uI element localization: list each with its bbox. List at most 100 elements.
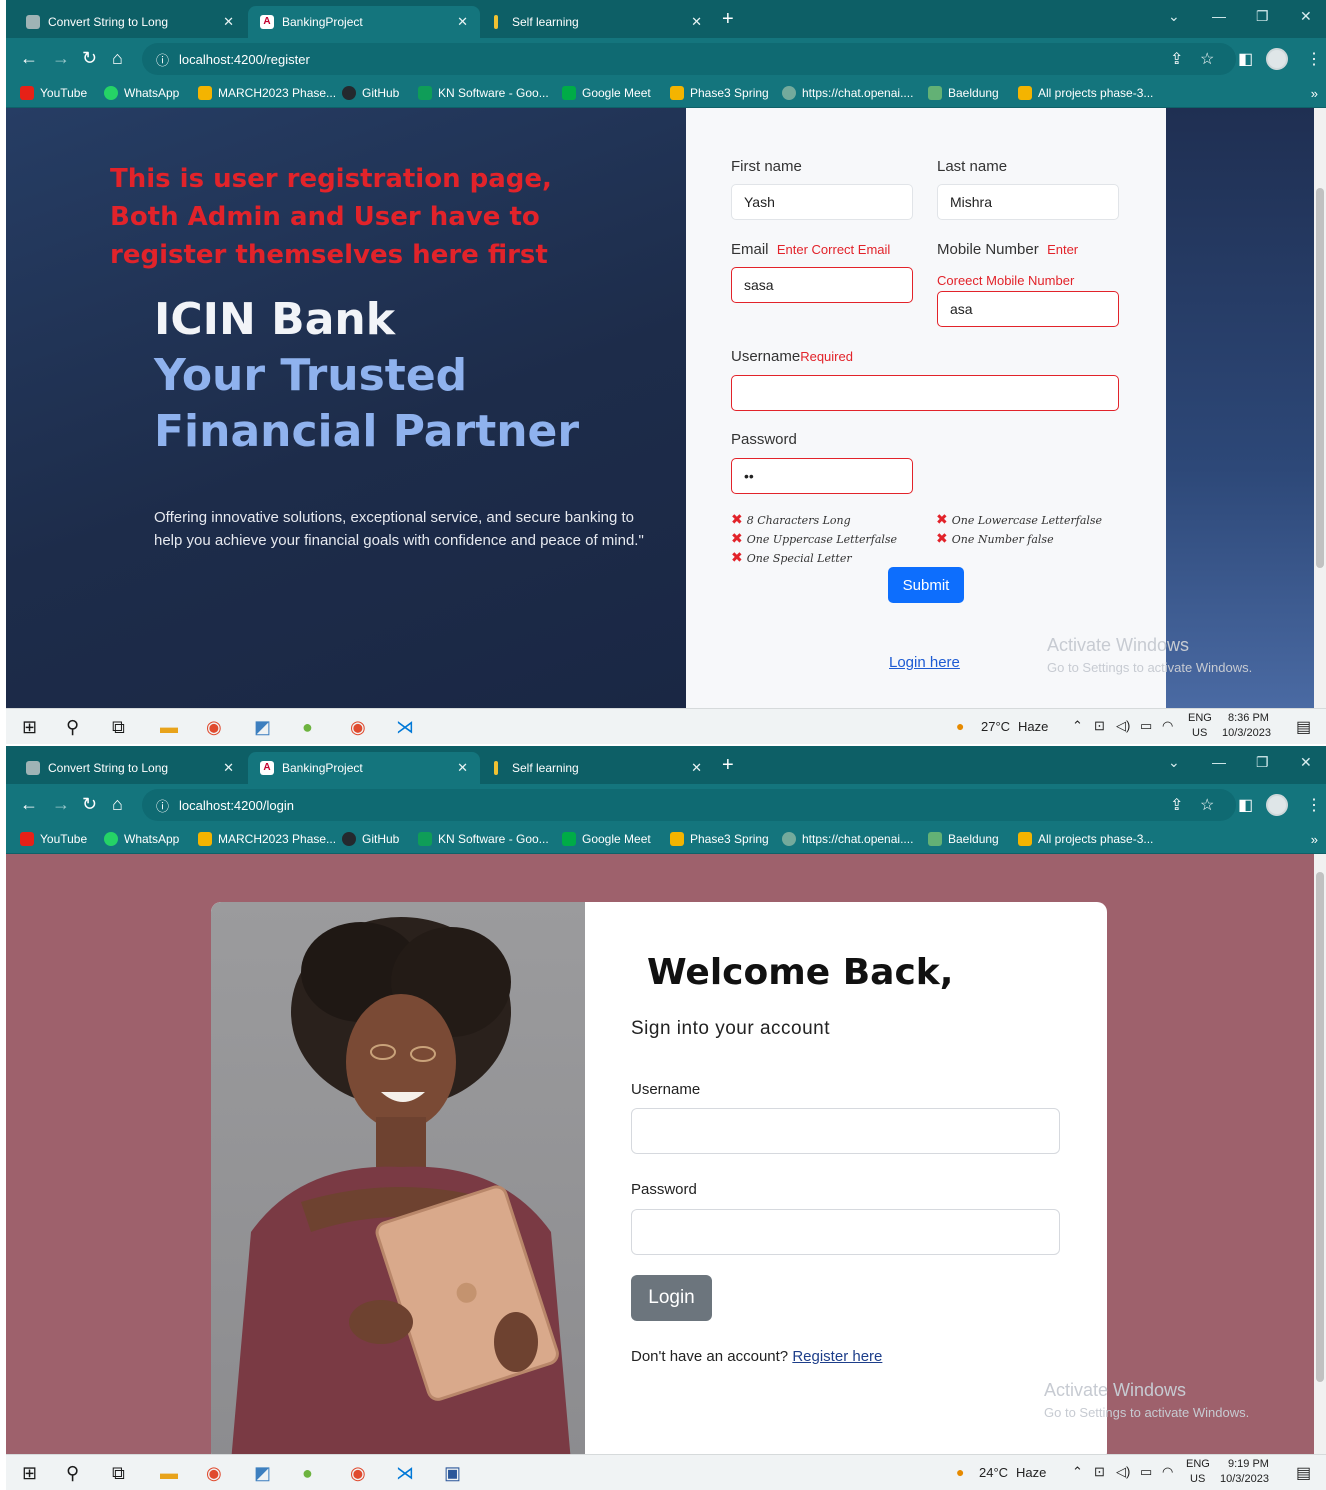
back-icon[interactable]: ← xyxy=(20,794,38,814)
clock-time[interactable]: 8:36 PM xyxy=(1228,712,1269,724)
clock-date[interactable]: 10/3/2023 xyxy=(1222,727,1271,739)
scrollbar-thumb[interactable] xyxy=(1316,188,1324,568)
language-code[interactable]: ENG xyxy=(1186,1458,1210,1470)
bookmarks-overflow-icon[interactable]: » xyxy=(1311,86,1318,101)
menu-icon[interactable]: ⋮ xyxy=(1306,49,1322,69)
tab-self-learning[interactable]: Self learning ✕ xyxy=(482,6,714,38)
bookmark-youtube[interactable]: YouTube xyxy=(20,86,87,100)
email-input[interactable]: sasa xyxy=(731,267,913,303)
username-input[interactable] xyxy=(731,375,1119,411)
task-view-icon[interactable]: ⧉ xyxy=(112,717,125,737)
site-info-icon[interactable]: ⓘ xyxy=(156,796,169,815)
minimize-icon[interactable]: — xyxy=(1212,754,1226,770)
close-icon[interactable]: ✕ xyxy=(691,760,702,776)
close-window-icon[interactable]: ✕ xyxy=(1300,754,1312,771)
bookmark-phase3-spring[interactable]: Phase3 Spring xyxy=(670,86,769,100)
restore-icon[interactable]: ❐ xyxy=(1256,754,1269,771)
close-window-icon[interactable]: ✕ xyxy=(1300,8,1312,25)
bookmarks-overflow-icon[interactable]: » xyxy=(1311,832,1318,847)
bookmark-all-projects[interactable]: All projects phase-3... xyxy=(1018,86,1153,100)
vscode-icon[interactable]: ⋊ xyxy=(396,1463,414,1483)
bookmark-march2023[interactable]: MARCH2023 Phase... xyxy=(198,832,336,846)
forward-icon[interactable]: → xyxy=(52,48,70,68)
reload-icon[interactable]: ↻ xyxy=(82,794,97,814)
back-icon[interactable]: ← xyxy=(20,48,38,68)
meet-now-icon[interactable]: ⊡ xyxy=(1094,718,1105,734)
task-view-icon[interactable]: ⧉ xyxy=(112,1463,125,1483)
chrome-profile-icon[interactable]: ◉ xyxy=(350,1463,366,1483)
region-code[interactable]: US xyxy=(1190,1473,1205,1485)
close-icon[interactable]: ✕ xyxy=(691,14,702,30)
speaker-icon[interactable]: ◁) xyxy=(1116,718,1130,734)
close-icon[interactable]: ✕ xyxy=(223,760,234,776)
workbench-icon[interactable]: ◩ xyxy=(254,717,271,737)
bookmark-baeldung[interactable]: Baeldung xyxy=(928,832,999,846)
tab-convert-string[interactable]: Convert String to Long ✕ xyxy=(14,752,246,784)
last-name-input[interactable]: Mishra xyxy=(937,184,1119,220)
weather-temp[interactable]: 27°C xyxy=(981,719,1010,734)
forward-icon[interactable]: → xyxy=(52,794,70,814)
bookmark-google-meet[interactable]: Google Meet xyxy=(562,86,651,100)
bookmark-all-projects[interactable]: All projects phase-3... xyxy=(1018,832,1153,846)
bookmark-github[interactable]: GitHub xyxy=(342,86,399,100)
vscode-icon[interactable]: ⋊ xyxy=(396,717,414,737)
submit-button[interactable]: Submit xyxy=(888,567,964,603)
first-name-input[interactable]: Yash xyxy=(731,184,913,220)
file-explorer-icon[interactable]: ▬ xyxy=(160,717,178,737)
restore-icon[interactable]: ❐ xyxy=(1256,8,1269,25)
home-icon[interactable]: ⌂ xyxy=(112,794,123,814)
tab-search-icon[interactable]: ⌄ xyxy=(1168,8,1180,25)
tab-self-learning[interactable]: Self learning ✕ xyxy=(482,752,714,784)
speaker-icon[interactable]: ◁) xyxy=(1116,1464,1130,1480)
word-icon[interactable]: ▣ xyxy=(444,1463,461,1483)
register-here-link[interactable]: Register here xyxy=(792,1348,882,1365)
bookmark-phase3-spring[interactable]: Phase3 Spring xyxy=(670,832,769,846)
bookmark-chat-openai[interactable]: https://chat.openai.... xyxy=(782,86,913,100)
site-info-icon[interactable]: ⓘ xyxy=(156,50,169,69)
chrome-icon[interactable]: ◉ xyxy=(206,1463,222,1483)
wifi-icon[interactable]: ◠ xyxy=(1162,718,1173,734)
login-here-link[interactable]: Login here xyxy=(889,654,960,671)
bookmark-github[interactable]: GitHub xyxy=(342,832,399,846)
bookmark-google-meet[interactable]: Google Meet xyxy=(562,832,651,846)
meet-now-icon[interactable]: ⊡ xyxy=(1094,1464,1105,1480)
battery-icon[interactable]: ▭ xyxy=(1140,718,1152,734)
workbench-icon[interactable]: ◩ xyxy=(254,1463,271,1483)
bookmark-youtube[interactable]: YouTube xyxy=(20,832,87,846)
password-input[interactable] xyxy=(631,1209,1060,1255)
search-icon[interactable]: ⚲ xyxy=(66,1463,79,1483)
search-icon[interactable]: ⚲ xyxy=(66,717,79,737)
url-field[interactable]: ⓘ localhost:4200/register xyxy=(142,43,1236,75)
language-code[interactable]: ENG xyxy=(1188,712,1212,724)
wifi-icon[interactable]: ◠ xyxy=(1162,1464,1173,1480)
bookmark-star-icon[interactable]: ☆ xyxy=(1200,49,1214,69)
new-tab-button[interactable]: + xyxy=(722,754,734,777)
bookmark-march2023[interactable]: MARCH2023 Phase... xyxy=(198,86,336,100)
start-icon[interactable]: ⊞ xyxy=(22,717,37,737)
clock-date[interactable]: 10/3/2023 xyxy=(1220,1473,1269,1485)
username-input[interactable] xyxy=(631,1108,1060,1154)
tray-chevron-icon[interactable]: ⌃ xyxy=(1072,1464,1083,1480)
file-explorer-icon[interactable]: ▬ xyxy=(160,1463,178,1483)
share-icon[interactable]: ⇪ xyxy=(1170,795,1183,815)
tab-banking-project[interactable]: A BankingProject ✕ xyxy=(248,6,480,38)
scrollbar-thumb[interactable] xyxy=(1316,872,1324,1382)
bookmark-whatsapp[interactable]: WhatsApp xyxy=(104,86,179,100)
battery-icon[interactable]: ▭ xyxy=(1140,1464,1152,1480)
tray-chevron-icon[interactable]: ⌃ xyxy=(1072,718,1083,734)
weather-temp[interactable]: 24°C xyxy=(979,1465,1008,1480)
chrome-profile-icon[interactable]: ◉ xyxy=(350,717,366,737)
notifications-icon[interactable]: ▤ xyxy=(1296,717,1311,737)
bookmark-baeldung[interactable]: Baeldung xyxy=(928,86,999,100)
chrome-icon[interactable]: ◉ xyxy=(206,717,222,737)
notifications-icon[interactable]: ▤ xyxy=(1296,1463,1311,1483)
side-panel-icon[interactable]: ◧ xyxy=(1238,795,1253,815)
password-input[interactable]: •• xyxy=(731,458,913,494)
bookmark-chat-openai[interactable]: https://chat.openai.... xyxy=(782,832,913,846)
home-icon[interactable]: ⌂ xyxy=(112,48,123,68)
new-tab-button[interactable]: + xyxy=(722,8,734,31)
reload-icon[interactable]: ↻ xyxy=(82,48,97,68)
login-button[interactable]: Login xyxy=(631,1275,712,1321)
region-code[interactable]: US xyxy=(1192,727,1207,739)
bookmark-kn-software[interactable]: KN Software - Goo... xyxy=(418,86,549,100)
